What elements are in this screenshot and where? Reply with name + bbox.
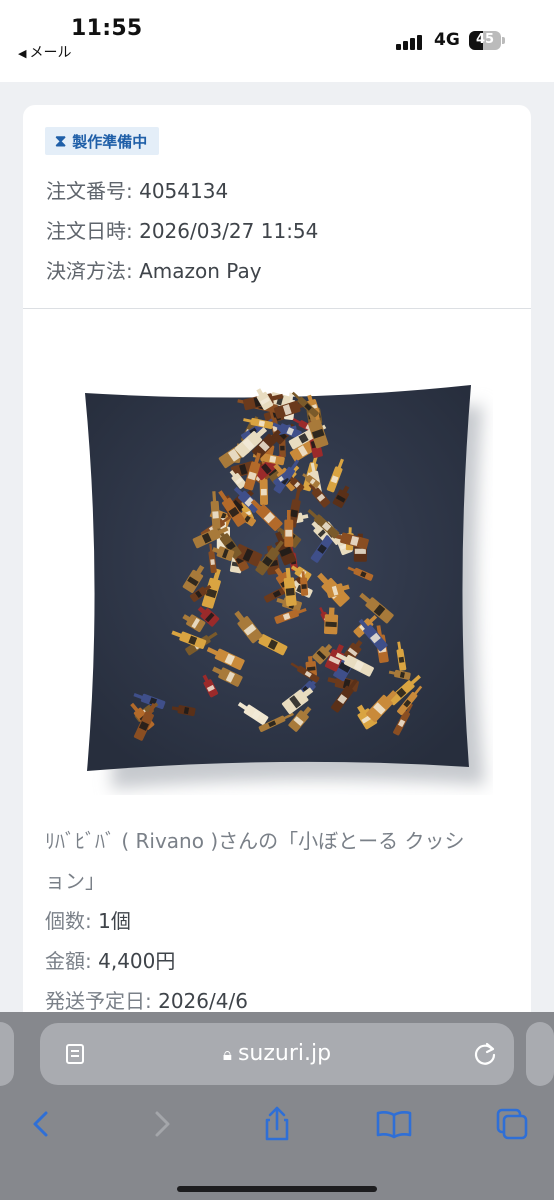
hourglass-icon: ⧗	[55, 131, 67, 150]
order-date-label: 注文日時:	[46, 219, 133, 243]
back-triangle-icon: ◀	[18, 47, 27, 60]
price-label: 金額:	[45, 949, 92, 973]
quantity-value: 1個	[98, 909, 131, 933]
ship-date-label: 発送予定日:	[45, 989, 152, 1013]
status-time: 11:55	[71, 16, 143, 41]
ship-date-row: 発送予定日: 2026/4/6	[45, 985, 248, 1014]
status-badge-label: 製作準備中	[72, 132, 148, 151]
item-title-line-2[interactable]: ョン」	[45, 865, 105, 894]
item-title-line-1[interactable]: ﾘﾊﾞﾋﾞﾊﾞ ( Rivano )さんの「小ぼとーる クッシ	[45, 825, 465, 854]
back-icon[interactable]	[22, 1104, 62, 1144]
lock-icon: 🔒︎	[222, 1045, 232, 1065]
reload-icon[interactable]	[472, 1041, 498, 1067]
home-indicator	[177, 1186, 377, 1192]
order-card: ⧗ 製作準備中 注文番号: 4054134 注文日時: 2026/03/27 1…	[23, 105, 531, 1035]
browser-toolbar: 🔒︎ suzuri.jp	[0, 1012, 554, 1200]
ship-date-value: 2026/4/6	[158, 989, 248, 1013]
battery-percent: 45	[475, 32, 495, 47]
cushion-illustration	[85, 385, 485, 789]
battery-icon: 45	[469, 31, 505, 50]
previous-tab-peek[interactable]	[0, 1022, 14, 1086]
order-number-value: 4054134	[139, 179, 229, 203]
tabs-icon[interactable]	[492, 1104, 532, 1144]
network-type: 4G	[434, 30, 460, 50]
order-date-value: 2026/03/27 11:54	[139, 219, 319, 243]
payment-label: 決済方法:	[46, 259, 133, 283]
address-bar[interactable]: 🔒︎ suzuri.jp	[40, 1023, 514, 1085]
status-badge: ⧗ 製作準備中	[45, 127, 160, 155]
product-image[interactable]	[73, 355, 493, 795]
card-divider	[23, 308, 531, 309]
payment-value: Amazon Pay	[139, 259, 262, 283]
order-date-row: 注文日時: 2026/03/27 11:54	[46, 215, 318, 244]
back-to-mail-link[interactable]: ◀ メール	[18, 42, 71, 62]
back-app-label: メール	[29, 45, 72, 61]
status-bar: 11:55 ◀ メール 4G 45	[0, 0, 554, 82]
bookmarks-icon[interactable]	[374, 1104, 414, 1144]
next-tab-peek[interactable]	[526, 1022, 554, 1086]
payment-row: 決済方法: Amazon Pay	[46, 255, 262, 284]
price-row: 金額: 4,400円	[45, 945, 175, 974]
url-display: 🔒︎ suzuri.jp	[40, 1041, 514, 1066]
order-number-label: 注文番号:	[46, 179, 133, 203]
quantity-row: 個数: 1個	[45, 905, 131, 934]
order-number-row: 注文番号: 4054134	[46, 175, 228, 204]
cellular-signal-icon	[396, 34, 426, 50]
share-icon[interactable]	[257, 1104, 297, 1144]
price-value: 4,400円	[98, 949, 176, 973]
quantity-label: 個数:	[45, 909, 92, 933]
forward-icon[interactable]	[141, 1104, 181, 1144]
url-text: suzuri.jp	[237, 1041, 332, 1066]
